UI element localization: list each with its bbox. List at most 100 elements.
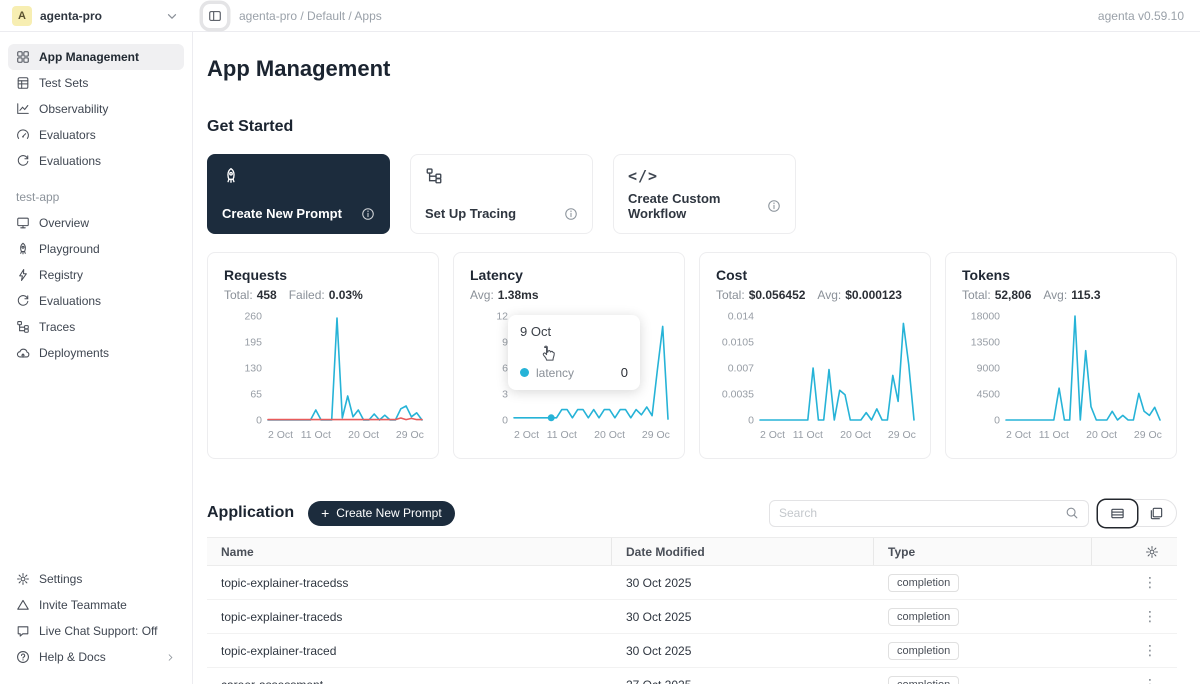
sidebar-item-live-chat-support-off[interactable]: Live Chat Support: Off [8, 618, 184, 644]
table-view-button[interactable] [1098, 500, 1137, 527]
monitor-icon [16, 216, 30, 230]
app-date-modified: 30 Oct 2025 [612, 610, 874, 624]
app-date-modified: 30 Oct 2025 [612, 576, 874, 590]
info-icon[interactable] [564, 207, 578, 221]
sidebar-item-label: Settings [39, 572, 82, 586]
sidebar-item-traces[interactable]: Traces [8, 314, 184, 340]
get-started-card-create-custom-workflow[interactable]: </>Create Custom Workflow [613, 154, 796, 234]
sidebar-item-app-management[interactable]: App Management [8, 44, 184, 70]
info-icon[interactable] [767, 199, 781, 213]
svg-text:29 Oct: 29 Oct [888, 429, 916, 441]
chart-stats: Total:52,806Avg:115.3 [962, 288, 1160, 302]
requests-chart-card: Requests Total:458Failed:0.03% 260195130… [207, 252, 439, 459]
search-input[interactable] [779, 506, 1065, 520]
latency-chart-card: Latency Avg:1.38ms 1296302 Oct11 Oct20 O… [453, 252, 685, 459]
table-row[interactable]: topic-explainer-traced30 Oct 2025 complet… [207, 634, 1177, 668]
svg-text:195: 195 [244, 337, 262, 349]
sidebar-item-evaluations[interactable]: Evaluations [8, 288, 184, 314]
stat-label: Failed: [289, 288, 325, 302]
get-started-cards: Create New PromptSet Up Tracing</>Create… [207, 154, 1177, 234]
svg-text:12: 12 [496, 311, 508, 323]
sidebar-main-nav: App Management Test SetsObservability Eval… [8, 44, 184, 174]
type-badge: completion [888, 574, 959, 592]
sidebar-item-overview[interactable]: Overview [8, 210, 184, 236]
breadcrumb[interactable]: agenta-pro / Default / Apps [239, 9, 382, 23]
column-name[interactable]: Name [207, 538, 612, 565]
get-started-card-create-new-prompt[interactable]: Create New Prompt [207, 154, 390, 234]
sidebar-item-label: Deployments [39, 346, 109, 360]
table-row[interactable]: topic-explainer-traceds30 Oct 2025comple… [207, 600, 1177, 634]
sidebar-item-test-sets[interactable]: Test Sets [8, 70, 184, 96]
svg-text:9000: 9000 [977, 363, 1001, 375]
stat-label: Avg: [470, 288, 494, 302]
sidebar-item-invite-teammate[interactable]: Invite Teammate [8, 592, 184, 618]
sidebar-item-label: Playground [39, 242, 100, 256]
invite-icon [16, 598, 30, 612]
sidebar-item-label: App Management [39, 50, 139, 64]
stat-label: Total: [224, 288, 253, 302]
chart-stats: Avg: 1.38ms [470, 288, 668, 302]
row-menu-button[interactable]: ⋮ [1092, 574, 1177, 591]
get-started-card-set-up-tracing[interactable]: Set Up Tracing [410, 154, 593, 234]
column-type[interactable]: Type [874, 538, 1092, 565]
sidebar-item-observability[interactable]: Observability [8, 96, 184, 122]
page-title: App Management [207, 32, 1177, 82]
svg-text:2 Oct: 2 Oct [268, 429, 293, 441]
project-label: test-app [16, 190, 184, 204]
sidebar-item-label: Evaluators [39, 128, 96, 142]
create-new-prompt-button[interactable]: + Create New Prompt [308, 501, 455, 526]
sidebar-item-evaluators[interactable]: Evaluators [8, 122, 184, 148]
row-menu-button[interactable]: ⋮ [1092, 676, 1177, 684]
mouse-cursor-icon [538, 345, 557, 364]
chart-title: Latency [470, 267, 668, 283]
gear-icon [16, 572, 30, 586]
refresh-icon [16, 294, 30, 308]
type-badge: completion [888, 642, 959, 660]
info-icon[interactable] [361, 207, 375, 221]
stat-value: 1.38ms [498, 288, 539, 302]
stat-value: 52,806 [995, 288, 1032, 302]
tooltip-date: 9 Oct [520, 324, 628, 339]
svg-text:29 Oct: 29 Oct [396, 429, 424, 441]
app-date-modified: 30 Oct 2025 [612, 644, 874, 658]
svg-text:20 Oct: 20 Oct [348, 429, 379, 441]
table-row[interactable]: topic-explainer-tracedss30 Oct 2025compl… [207, 566, 1177, 600]
cost-chart: 0.0140.01050.0070.003502 Oct11 Oct20 Oct… [716, 310, 914, 450]
table-view-icon [1110, 506, 1125, 521]
app-name: topic-explainer-traced [207, 644, 612, 658]
svg-text:29 Oct: 29 Oct [642, 429, 670, 441]
row-menu-button[interactable]: ⋮ [1092, 642, 1177, 659]
cloud-icon [16, 346, 30, 360]
metric-charts: Requests Total:458Failed:0.03% 260195130… [207, 252, 1177, 459]
type-badge: completion [888, 676, 959, 684]
chevron-down-icon[interactable] [165, 9, 179, 23]
svg-text:20 Oct: 20 Oct [594, 429, 625, 441]
stat-label: Avg: [817, 288, 841, 302]
sidebar-item-label: Live Chat Support: Off [39, 624, 158, 638]
rocket-icon [16, 242, 30, 256]
svg-text:29 Oct: 29 Oct [1134, 429, 1162, 441]
search-icon[interactable] [1065, 506, 1079, 520]
app-name: topic-explainer-traceds [207, 610, 612, 624]
tooltip-series-name: latency [536, 366, 574, 380]
sidebar-item-playground[interactable]: Playground [8, 236, 184, 262]
workspace-selector[interactable]: A agenta-pro [0, 6, 193, 26]
svg-text:2 Oct: 2 Oct [514, 429, 539, 441]
chart-title: Cost [716, 267, 914, 283]
gear-icon[interactable] [1145, 545, 1159, 559]
application-title: Application [207, 504, 294, 522]
table-row[interactable]: career-assessment27 Oct 2025completion⋮ [207, 668, 1177, 684]
sidebar-item-deployments[interactable]: Deployments [8, 340, 184, 366]
card-view-button[interactable] [1137, 500, 1176, 526]
svg-text:130: 130 [244, 363, 262, 375]
sidebar-item-settings[interactable]: Settings [8, 566, 184, 592]
sidebar-item-registry[interactable]: Registry [8, 262, 184, 288]
card-label: Create Custom Workflow [628, 191, 767, 221]
row-menu-button[interactable]: ⋮ [1092, 608, 1177, 625]
column-date-modified[interactable]: Date Modified [612, 538, 874, 565]
sidebar-item-evaluations[interactable]: Evaluations [8, 148, 184, 174]
sidebar-item-help-docs[interactable]: Help & Docs [8, 644, 184, 670]
sidebar-item-label: Help & Docs [39, 650, 106, 664]
svg-text:0: 0 [994, 415, 1000, 427]
sidebar-toggle-button[interactable] [203, 4, 227, 28]
